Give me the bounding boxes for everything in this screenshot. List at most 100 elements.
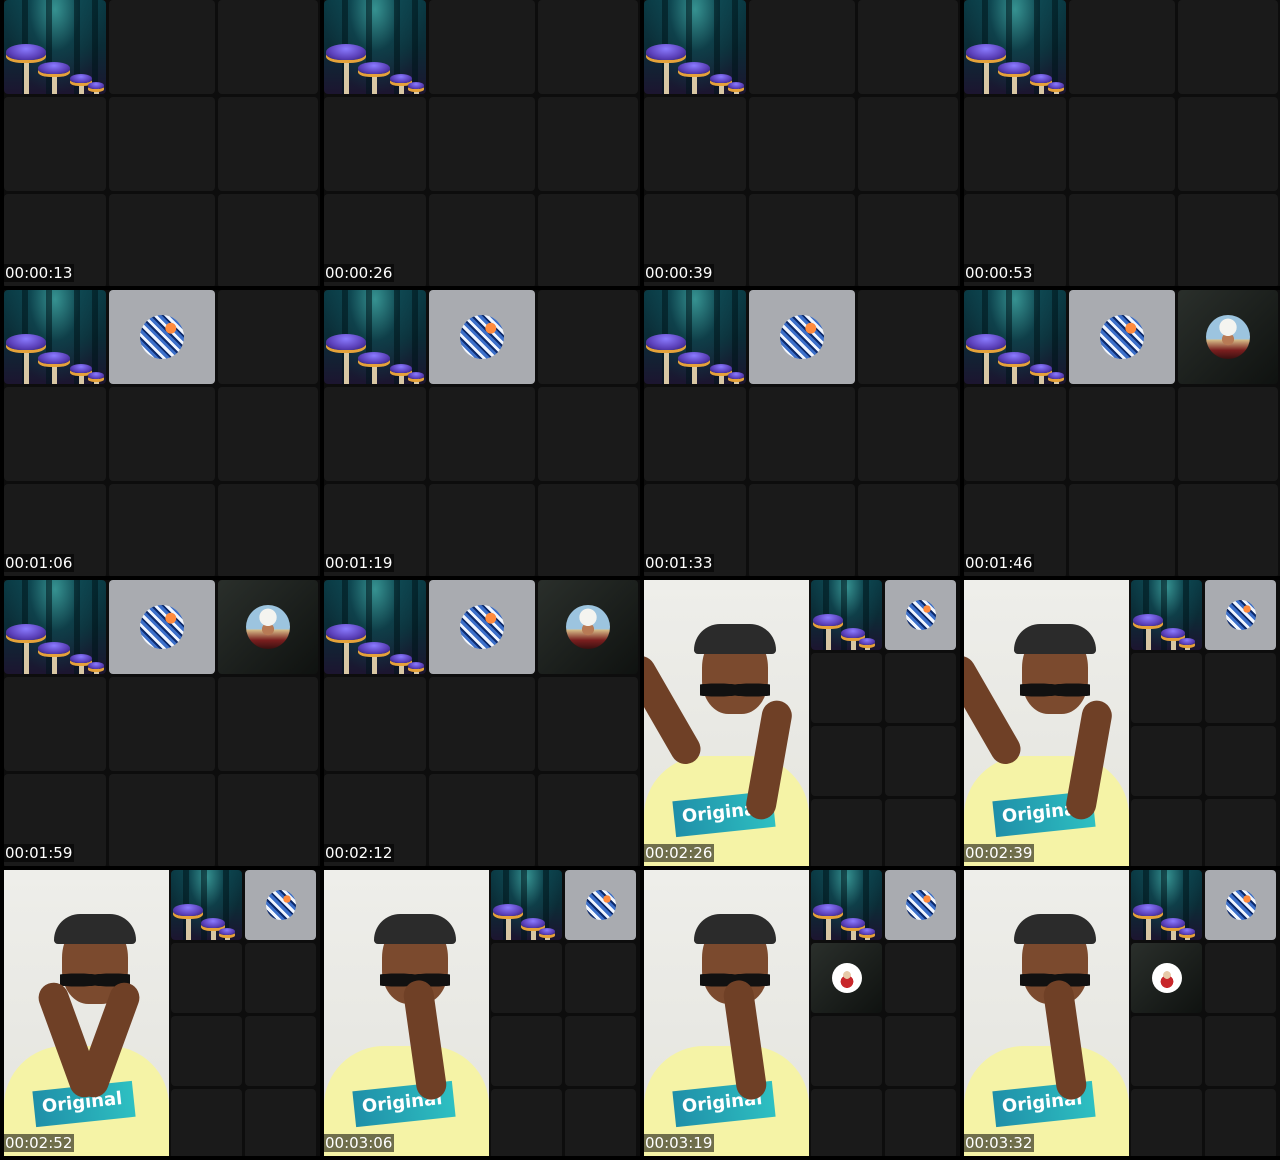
participant-tile-empty	[885, 943, 956, 1013]
participant-tile-empty	[1205, 1089, 1276, 1156]
participant-tile-sketch[interactable]	[429, 290, 535, 384]
presenter-video[interactable]: Original	[4, 870, 169, 1156]
presenter-video[interactable]: Original	[964, 870, 1129, 1156]
tree-trunk	[92, 0, 98, 94]
participant-tile-empty	[1205, 799, 1276, 866]
participant-tile-sketch[interactable]	[245, 870, 316, 940]
timestamp-label: 00:02:26	[644, 844, 715, 862]
avatar-logo	[831, 963, 862, 993]
avatar-man	[566, 605, 610, 649]
participant-tile-empty	[324, 97, 426, 191]
participant-tile-forest-wallpaper[interactable]	[4, 0, 106, 94]
participant-tile-forest-wallpaper[interactable]	[4, 580, 106, 674]
mushroom-cap	[408, 82, 424, 89]
participant-tile-sketch[interactable]	[429, 580, 535, 674]
mushroom-stem	[692, 362, 697, 384]
mushroom-cap	[1030, 74, 1052, 83]
participant-tile-empty	[811, 653, 882, 723]
participant-tile-empty	[491, 943, 562, 1013]
participant-tile-empty	[171, 1089, 242, 1156]
mushroom-stem	[372, 72, 377, 94]
participant-tile-empty	[245, 1089, 316, 1156]
mushroom-cap	[493, 904, 523, 916]
avatar-sketch	[585, 890, 616, 920]
tree-trunk	[412, 0, 418, 94]
participant-tile-empty	[1178, 194, 1278, 286]
mushroom-cap	[966, 334, 1006, 350]
presenter-video[interactable]: Original	[644, 580, 809, 866]
mushroom-stem	[826, 914, 831, 940]
participant-tile-empty	[324, 677, 426, 771]
participant-tile-forest-wallpaper[interactable]	[644, 0, 746, 94]
presenter-video[interactable]: Original	[964, 580, 1129, 866]
participant-strip	[491, 870, 640, 1156]
participant-tile-empty	[1069, 97, 1175, 191]
participant-tile-empty	[171, 1016, 242, 1086]
participant-tile-forest-wallpaper[interactable]	[811, 870, 882, 940]
participant-tile-forest-wallpaper[interactable]	[1131, 870, 1202, 940]
participant-tile-empty	[245, 1016, 316, 1086]
participant-tile-man[interactable]	[218, 580, 318, 674]
participant-tile-empty	[565, 1089, 636, 1156]
mushroom-cap	[678, 62, 710, 74]
participant-tile-empty	[109, 194, 215, 286]
participant-tile-sketch[interactable]	[749, 290, 855, 384]
participant-tile-sketch[interactable]	[1205, 870, 1276, 940]
participant-tile-sketch[interactable]	[109, 580, 215, 674]
timestamp-label: 00:02:52	[4, 1134, 75, 1152]
participant-tile-empty	[538, 387, 638, 481]
timestamp-label: 00:02:39	[964, 844, 1035, 862]
participant-tile-sketch[interactable]	[1205, 580, 1276, 650]
mushroom-cap	[358, 62, 390, 74]
participant-tile-sketch[interactable]	[109, 290, 215, 384]
participant-tile-sketch[interactable]	[565, 870, 636, 940]
mushroom-cap	[201, 918, 225, 928]
tree-trunk	[92, 580, 98, 674]
participant-tile-empty	[218, 774, 318, 866]
mushroom-stem	[826, 624, 831, 650]
participant-tile-empty	[1069, 387, 1175, 481]
participant-tile-forest-wallpaper[interactable]	[964, 290, 1066, 384]
participant-tile-empty	[538, 97, 638, 191]
timestamp-label: 00:01:59	[4, 844, 75, 862]
participant-tile-forest-wallpaper[interactable]	[811, 580, 882, 650]
timestamp-label: 00:03:32	[964, 1134, 1035, 1152]
participant-tile-empty	[218, 290, 318, 384]
participant-tile-empty	[538, 484, 638, 576]
participant-tile-empty	[1069, 0, 1175, 94]
participant-tile-forest-wallpaper[interactable]	[644, 290, 746, 384]
mushroom-cap	[70, 364, 92, 373]
avatar-man	[246, 605, 290, 649]
presenter-video[interactable]: Original	[324, 870, 489, 1156]
participant-tile-empty	[109, 774, 215, 866]
mushroom-cap	[1161, 628, 1185, 638]
sunglasses	[700, 680, 770, 700]
participant-tile-logo[interactable]	[1131, 943, 1202, 1013]
mushroom-stem	[344, 58, 349, 94]
mushroom-cap	[813, 904, 843, 916]
tree-trunk	[1161, 580, 1167, 650]
mushroom-cap	[728, 372, 744, 379]
participant-tile-forest-wallpaper[interactable]	[1131, 580, 1202, 650]
participant-tile-forest-wallpaper[interactable]	[324, 580, 426, 674]
participant-tile-sketch[interactable]	[885, 580, 956, 650]
participant-tile-empty	[429, 194, 535, 286]
participant-tile-forest-wallpaper[interactable]	[324, 290, 426, 384]
participant-tile-forest-wallpaper[interactable]	[964, 0, 1066, 94]
participant-tile-man[interactable]	[538, 580, 638, 674]
participant-tile-logo[interactable]	[811, 943, 882, 1013]
participant-tile-forest-wallpaper[interactable]	[4, 290, 106, 384]
participant-tile-forest-wallpaper[interactable]	[491, 870, 562, 940]
participant-tile-empty	[109, 387, 215, 481]
participant-tile-man[interactable]	[1178, 290, 1278, 384]
avatar-sketch	[780, 315, 824, 359]
mushroom-cap	[6, 44, 46, 60]
avatar-sketch	[1100, 315, 1144, 359]
presenter-video[interactable]: Original	[644, 870, 809, 1156]
participant-tile-empty	[171, 943, 242, 1013]
participant-tile-sketch[interactable]	[1069, 290, 1175, 384]
participant-tile-forest-wallpaper[interactable]	[171, 870, 242, 940]
participant-tile-sketch[interactable]	[885, 870, 956, 940]
participant-tile-empty	[858, 484, 958, 576]
participant-tile-forest-wallpaper[interactable]	[324, 0, 426, 94]
